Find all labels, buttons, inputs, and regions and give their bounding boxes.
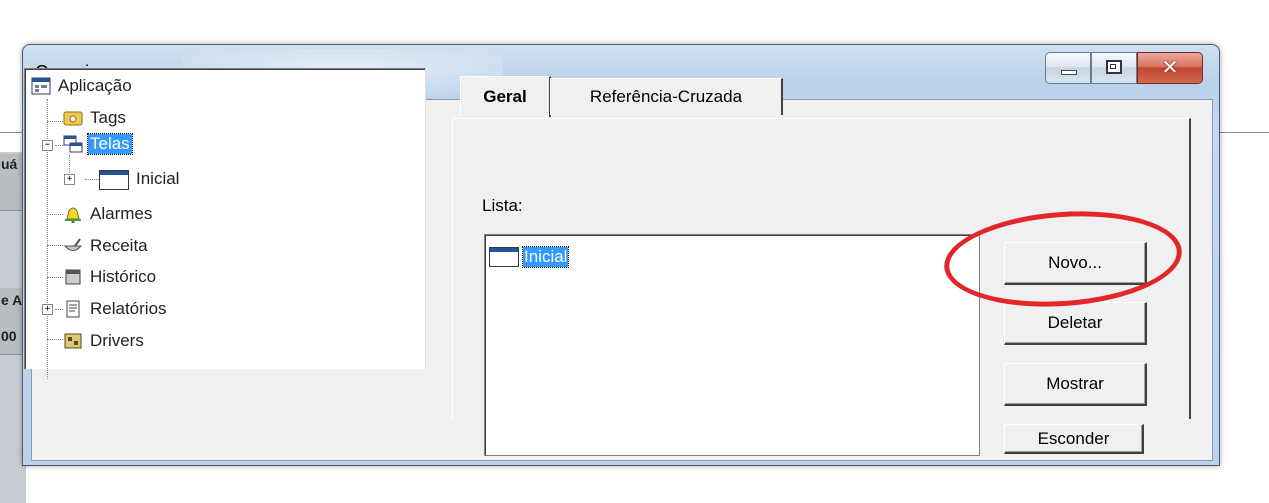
tree-item-aplicacao[interactable]: Aplicação (31, 75, 134, 97)
expander-relatorios[interactable]: + (42, 304, 53, 315)
close-icon: ✕ (1161, 55, 1179, 79)
maximize-button[interactable] (1091, 52, 1137, 84)
recipe-icon (63, 237, 83, 255)
history-icon (63, 268, 83, 286)
esconder-button[interactable]: Esconder (1004, 424, 1144, 454)
tree-item-tags[interactable]: Tags (63, 107, 128, 129)
tree-item-inicial[interactable]: Inicial (99, 168, 181, 190)
window-icon (489, 247, 519, 267)
expander-inicial[interactable]: + (64, 174, 75, 185)
tree-item-receita[interactable]: Receita (63, 235, 150, 257)
list-item[interactable]: Inicial (489, 245, 570, 269)
minimize-icon (1061, 70, 1077, 75)
screens-listbox[interactable]: Inicial (484, 234, 980, 456)
deletar-button[interactable]: Deletar (1004, 302, 1147, 345)
close-button[interactable]: ✕ (1137, 52, 1203, 84)
window-icon (99, 170, 129, 190)
reports-icon (63, 300, 83, 318)
lista-label: Lista: (482, 196, 523, 215)
tree-item-drivers[interactable]: Drivers (63, 330, 146, 352)
tree-item-alarmes[interactable]: Alarmes (63, 203, 154, 225)
expander-telas[interactable]: − (42, 140, 53, 151)
mostrar-button[interactable]: Mostrar (1004, 363, 1147, 406)
tab-geral[interactable]: Geral (460, 76, 551, 117)
tree-item-relatorios[interactable]: Relatórios (63, 298, 169, 320)
organizer-tree[interactable]: − + + Aplicação Tags Telas Inicial Alarm… (24, 68, 426, 379)
tab-referencia-cruzada[interactable]: Referência-Cruzada (550, 78, 783, 115)
screens-icon (63, 135, 83, 153)
window-controls: ✕ (1045, 52, 1203, 86)
tags-icon (63, 109, 83, 127)
tree-item-telas[interactable]: Telas (63, 133, 133, 155)
minimize-button[interactable] (1045, 52, 1091, 84)
tree-item-historico[interactable]: Histórico (63, 266, 158, 288)
application-icon (31, 77, 51, 95)
drivers-icon (63, 332, 83, 350)
alarm-bell-icon (63, 205, 83, 224)
maximize-icon (1106, 60, 1122, 74)
